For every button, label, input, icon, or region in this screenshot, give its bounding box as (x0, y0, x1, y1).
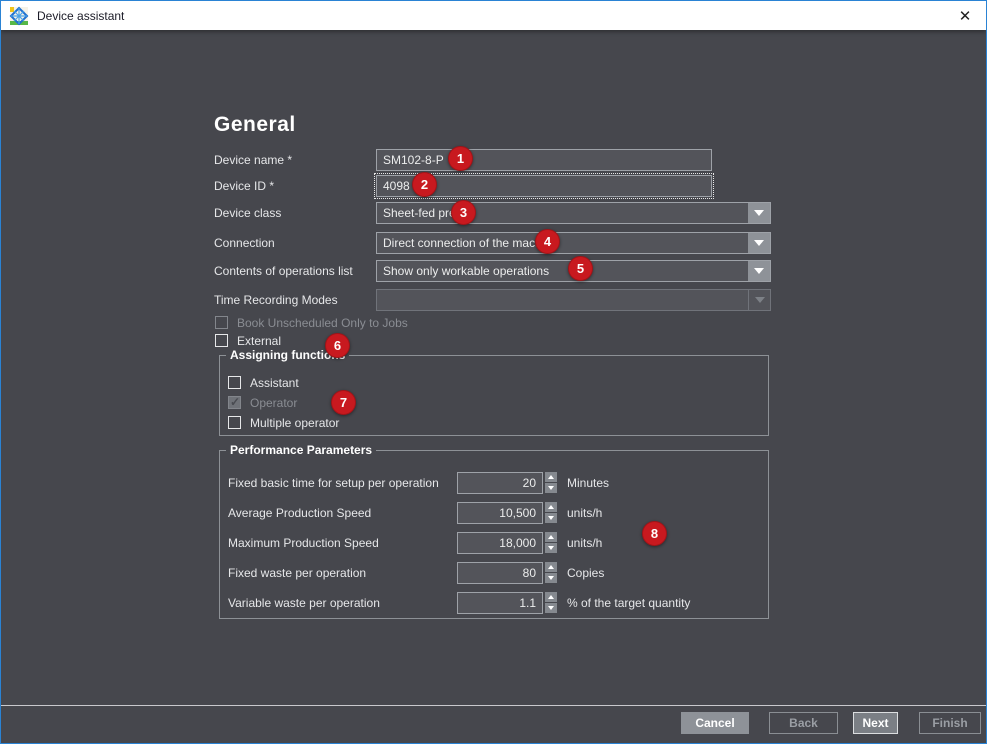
close-icon[interactable]: ✕ (944, 1, 986, 30)
assistant-label: Assistant (250, 376, 299, 390)
max-speed-input[interactable] (457, 532, 543, 554)
annotation-badge-6: 6 (325, 333, 350, 358)
assigning-functions-group: Assigning functions Assistant Operator M… (219, 355, 769, 436)
next-button[interactable]: Next (853, 712, 898, 734)
multiple-operator-checkbox[interactable] (228, 416, 241, 429)
spin-down-icon[interactable] (545, 483, 557, 493)
fixed-waste-label: Fixed waste per operation (228, 566, 366, 580)
max-speed-unit: units/h (567, 536, 602, 550)
titlebar: Device assistant ✕ (1, 1, 986, 30)
spin-down-icon[interactable] (545, 573, 557, 583)
variable-waste-stepper (545, 592, 557, 613)
device-name-label: Device name * (214, 153, 292, 167)
app-icon (9, 6, 29, 26)
spin-up-icon[interactable] (545, 532, 557, 542)
annotation-badge-5: 5 (568, 256, 593, 281)
operations-list-label: Contents of operations list (214, 264, 353, 278)
time-recording-select (376, 289, 771, 311)
book-unscheduled-label: Book Unscheduled Only to Jobs (237, 316, 408, 330)
avg-speed-input[interactable] (457, 502, 543, 524)
multiple-operator-row: Multiple operator (228, 415, 339, 430)
spin-up-icon[interactable] (545, 502, 557, 512)
setup-time-stepper (545, 472, 557, 493)
footer-separator (1, 705, 986, 706)
annotation-badge-3: 3 (451, 200, 476, 225)
operator-label: Operator (250, 396, 297, 410)
setup-time-input[interactable] (457, 472, 543, 494)
device-class-label: Device class (214, 206, 281, 220)
fixed-waste-unit: Copies (567, 566, 604, 580)
operations-list-value: Show only workable operations (383, 261, 549, 281)
multiple-operator-label: Multiple operator (250, 416, 339, 430)
setup-time-label: Fixed basic time for setup per operation (228, 476, 439, 490)
spin-up-icon[interactable] (545, 592, 557, 602)
back-button: Back (769, 712, 838, 734)
device-id-label: Device ID * (214, 179, 274, 193)
chevron-down-icon[interactable] (748, 203, 770, 223)
annotation-badge-8: 8 (642, 521, 667, 546)
avg-speed-label: Average Production Speed (228, 506, 371, 520)
external-row: External (215, 333, 281, 348)
cancel-button[interactable]: Cancel (681, 712, 749, 734)
finish-button: Finish (919, 712, 981, 734)
performance-parameters-title: Performance Parameters (226, 443, 376, 457)
avg-speed-stepper (545, 502, 557, 523)
setup-time-unit: Minutes (567, 476, 609, 490)
variable-waste-input[interactable] (457, 592, 543, 614)
time-recording-label: Time Recording Modes (214, 293, 338, 307)
annotation-badge-2: 2 (412, 172, 437, 197)
book-unscheduled-row: Book Unscheduled Only to Jobs (215, 315, 408, 330)
variable-waste-unit: % of the target quantity (567, 596, 690, 610)
avg-speed-unit: units/h (567, 506, 602, 520)
chevron-down-icon[interactable] (748, 261, 770, 281)
book-unscheduled-checkbox (215, 316, 228, 329)
device-class-select[interactable]: Sheet-fed press (376, 202, 771, 224)
connection-label: Connection (214, 236, 275, 250)
connection-value: Direct connection of the machine (383, 233, 558, 253)
connection-select[interactable]: Direct connection of the machine (376, 232, 771, 254)
chevron-down-icon (748, 290, 770, 310)
spin-up-icon[interactable] (545, 562, 557, 572)
operator-row: Operator (228, 395, 297, 410)
chevron-down-icon[interactable] (748, 233, 770, 253)
operator-checkbox (228, 396, 241, 409)
assistant-checkbox[interactable] (228, 376, 241, 389)
fixed-waste-stepper (545, 562, 557, 583)
device-name-input[interactable] (376, 149, 712, 171)
annotation-badge-4: 4 (535, 229, 560, 254)
variable-waste-label: Variable waste per operation (228, 596, 380, 610)
max-speed-stepper (545, 532, 557, 553)
spin-down-icon[interactable] (545, 543, 557, 553)
spin-down-icon[interactable] (545, 513, 557, 523)
external-checkbox[interactable] (215, 334, 228, 347)
max-speed-label: Maximum Production Speed (228, 536, 379, 550)
device-assistant-window: Device assistant ✕ General Device name *… (0, 0, 987, 744)
annotation-badge-7: 7 (331, 390, 356, 415)
window-title: Device assistant (37, 9, 124, 23)
performance-parameters-group: Performance Parameters Fixed basic time … (219, 450, 769, 619)
annotation-badge-1: 1 (448, 146, 473, 171)
page-title: General (214, 113, 296, 137)
external-label: External (237, 334, 281, 348)
spin-up-icon[interactable] (545, 472, 557, 482)
assistant-row: Assistant (228, 375, 299, 390)
spin-down-icon[interactable] (545, 603, 557, 613)
fixed-waste-input[interactable] (457, 562, 543, 584)
